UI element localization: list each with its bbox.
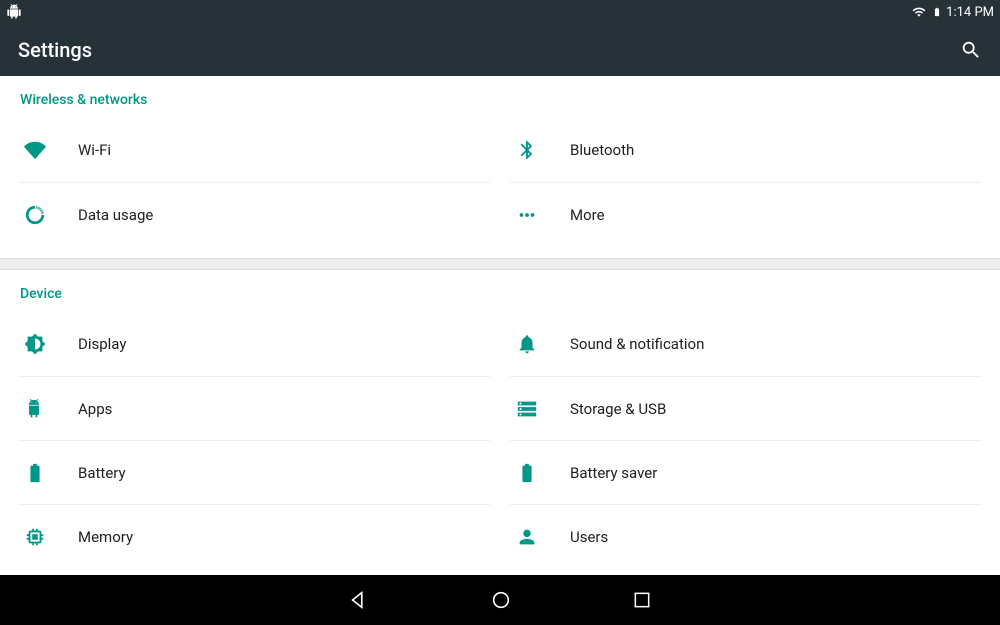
item-data-usage[interactable]: Data usage — [18, 182, 490, 246]
navigation-bar — [0, 575, 1000, 625]
item-memory[interactable]: Memory — [18, 504, 490, 568]
page-title: Settings — [18, 38, 92, 62]
display-icon — [18, 333, 78, 355]
more-horiz-icon — [510, 204, 570, 226]
section-header-wireless: Wireless & networks — [0, 76, 1000, 118]
nav-recent-button[interactable] — [632, 590, 652, 610]
data-usage-icon — [18, 204, 78, 226]
section-header-device: Device — [0, 270, 1000, 312]
section-divider — [0, 258, 1000, 270]
apps-icon — [18, 399, 78, 419]
battery-saver-icon — [510, 462, 570, 484]
status-bar: 1:14 PM — [0, 0, 1000, 24]
item-label: Battery saver — [570, 464, 657, 482]
device-grid: Display Sound & notification Apps Storag… — [0, 312, 1000, 568]
item-label: Battery — [78, 464, 126, 482]
item-label: Display — [78, 335, 126, 353]
nav-back-button[interactable] — [348, 589, 370, 611]
bell-icon — [510, 333, 570, 355]
item-battery[interactable]: Battery — [18, 440, 490, 504]
item-bluetooth[interactable]: Bluetooth — [510, 118, 982, 182]
settings-content: Wireless & networks Wi-Fi Bluetooth Data… — [0, 76, 1000, 575]
nav-home-button[interactable] — [490, 589, 512, 611]
battery-status-icon — [932, 4, 942, 20]
item-apps[interactable]: Apps — [18, 376, 490, 440]
search-icon — [960, 39, 982, 61]
memory-icon — [18, 526, 78, 548]
item-label: Storage & USB — [570, 400, 666, 418]
wifi-status-icon — [910, 5, 928, 19]
wireless-grid: Wi-Fi Bluetooth Data usage More — [0, 118, 1000, 246]
nav-back-icon — [348, 589, 370, 611]
item-label: Memory — [78, 528, 133, 546]
user-icon — [510, 526, 570, 548]
item-wifi[interactable]: Wi-Fi — [18, 118, 490, 182]
nav-recent-icon — [632, 590, 652, 610]
item-display[interactable]: Display — [18, 312, 490, 376]
item-label: Bluetooth — [570, 141, 634, 159]
bluetooth-icon — [510, 139, 570, 161]
item-label: Data usage — [78, 206, 153, 224]
status-time: 1:14 PM — [946, 5, 994, 20]
battery-icon — [18, 462, 78, 484]
item-storage[interactable]: Storage & USB — [510, 376, 982, 440]
storage-icon — [510, 398, 570, 420]
item-more[interactable]: More — [510, 182, 982, 246]
search-button[interactable] — [960, 39, 982, 61]
item-label: Users — [570, 528, 608, 546]
item-battery-saver[interactable]: Battery saver — [510, 440, 982, 504]
wifi-icon — [18, 139, 78, 161]
item-sound[interactable]: Sound & notification — [510, 312, 982, 376]
item-label: Sound & notification — [570, 335, 704, 353]
android-debug-icon — [6, 4, 22, 20]
item-users[interactable]: Users — [510, 504, 982, 568]
nav-home-icon — [490, 589, 512, 611]
item-label: Apps — [78, 400, 112, 418]
app-bar: Settings — [0, 24, 1000, 76]
item-label: Wi-Fi — [78, 141, 111, 159]
item-label: More — [570, 206, 605, 224]
